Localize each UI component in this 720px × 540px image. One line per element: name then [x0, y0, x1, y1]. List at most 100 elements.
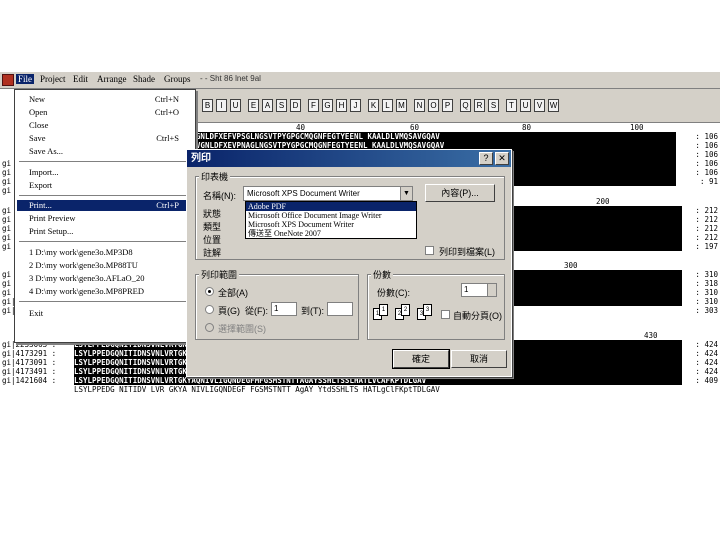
sequence-residues: LSYLPPEDGQNITIDNSVNLVRTGKYAQNIVLIGQNDEGF… — [74, 376, 427, 385]
file-menu-save[interactable]: Save Ctrl+S — [17, 133, 193, 144]
printer-option[interactable]: Adobe PDF — [246, 202, 416, 211]
menu-project[interactable]: Project — [40, 74, 66, 84]
range-all-radio[interactable] — [205, 287, 214, 296]
menu-item-label: Save As... — [29, 146, 63, 156]
toolbar-button[interactable]: V — [534, 99, 545, 112]
collate-checkbox[interactable] — [441, 310, 450, 319]
toolbar-button[interactable]: M — [396, 99, 407, 112]
close-button[interactable]: ✕ — [495, 152, 509, 165]
file-menu-print-preview[interactable]: Print Preview — [17, 213, 193, 224]
toolbar-button[interactable]: T — [506, 99, 517, 112]
sequence-position: : 106 — [695, 168, 718, 177]
help-button[interactable]: ? — [479, 152, 493, 165]
app-icon — [2, 74, 14, 86]
collate-page-icon: 2 — [401, 304, 410, 316]
print-to-file-label: 列印到檔案(L) — [439, 247, 495, 257]
toolbar-button[interactable]: K — [368, 99, 379, 112]
copies-group-label: 份數 — [371, 268, 394, 281]
sequence-position: : 310 — [695, 297, 718, 306]
file-menu-print-setup[interactable]: Print Setup... — [17, 226, 193, 237]
printer-option[interactable]: 傳送至 OneNote 2007 — [246, 229, 416, 238]
sequence-id: gi|4173291 : — [2, 349, 57, 358]
toolbar-button[interactable]: S — [276, 99, 287, 112]
file-menu-close[interactable]: Close — [17, 120, 193, 131]
toolbar-button[interactable]: H — [336, 99, 347, 112]
sequence-position: : 303 — [695, 306, 718, 315]
toolbar-button[interactable]: R — [474, 99, 485, 112]
menu-item-shortcut: Ctrl+N — [154, 94, 179, 104]
toolbar-button[interactable]: S — [488, 99, 499, 112]
menu-item-label: Export — [29, 180, 53, 190]
toolbar-button[interactable]: E — [248, 99, 259, 112]
file-menu-recent-2[interactable]: 2 D:\my work\gene3o.MP88TU — [17, 260, 193, 271]
toolbar-button[interactable]: U — [230, 99, 241, 112]
print-to-file-checkbox[interactable] — [425, 246, 434, 255]
file-menu-recent-4[interactable]: 4 D:\my work\gene3o.MP8PRED — [17, 286, 193, 297]
sequence-position: : 310 — [695, 288, 718, 297]
toolbar-button[interactable]: O — [428, 99, 439, 112]
printer-option[interactable]: Microsoft XPS Document Writer — [246, 220, 416, 229]
comment-label: 註解 — [203, 248, 222, 258]
toolbar-button[interactable]: P — [442, 99, 453, 112]
printer-option[interactable]: Microsoft Office Document Image Writer — [246, 211, 416, 220]
toolbar-button[interactable]: J — [350, 99, 361, 112]
menu-arrange[interactable]: Arrange — [97, 74, 126, 84]
toolbar-button[interactable]: W — [548, 99, 559, 112]
toolbar-button[interactable]: G — [322, 99, 333, 112]
range-all-label: 全部(A) — [218, 288, 248, 298]
sequence-position: : 106 — [695, 159, 718, 168]
menu-item-label: 4 D:\my work\gene3o.MP8PRED — [29, 286, 144, 296]
range-from-input[interactable]: 1 — [271, 302, 297, 316]
copies-input[interactable]: 1 — [461, 283, 497, 297]
toolbar-button[interactable]: A — [262, 99, 273, 112]
sequence-position: : 424 — [695, 367, 718, 376]
toolbar-button[interactable]: I — [216, 99, 227, 112]
type-label: 類型 — [203, 222, 222, 232]
print-range-label: 列印範圍 — [199, 268, 240, 281]
menu-item-label: Open — [29, 107, 48, 117]
range-pages-label: 頁(G) — [218, 306, 240, 316]
toolbar-button[interactable]: N — [414, 99, 425, 112]
range-to-input[interactable] — [327, 302, 353, 316]
sequence-position: : 424 — [695, 349, 718, 358]
menu-edit[interactable]: Edit — [73, 74, 88, 84]
sequence-position: : 197 — [695, 242, 718, 251]
menu-separator — [19, 301, 191, 303]
status-label: 狀態 — [203, 209, 222, 219]
menu-file[interactable]: File — [16, 74, 35, 84]
sequence-position: : 106 — [695, 132, 718, 141]
ok-button[interactable]: 確定 — [392, 349, 450, 369]
file-menu-save-as[interactable]: Save As... — [17, 146, 193, 157]
menu-item-label: Save — [29, 133, 46, 143]
copies-value: 1 — [464, 285, 469, 294]
file-menu-recent-3[interactable]: 3 D:\my work\gene3o.AFLaO_20 — [17, 273, 193, 284]
printer-name-select[interactable]: Microsoft XPS Document Writer ▼ — [243, 186, 413, 201]
ruler-tick-label: 300 — [564, 261, 578, 270]
toolbar-button[interactable]: B — [202, 99, 213, 112]
sequence-id: gi|4173091 : — [2, 358, 57, 367]
toolbar-button[interactable]: Q — [460, 99, 471, 112]
file-menu-new[interactable]: New Ctrl+N — [17, 94, 193, 105]
toolbar-button[interactable]: U — [520, 99, 531, 112]
file-menu-open[interactable]: Open Ctrl+O — [17, 107, 193, 118]
toolbar-button[interactable]: L — [382, 99, 393, 112]
file-menu-exit[interactable]: Exit — [17, 308, 193, 319]
range-pages-radio[interactable] — [205, 305, 214, 314]
cancel-button[interactable]: 取消 — [451, 350, 507, 368]
menu-item-label: 1 D:\my work\gene3o.MP3D8 — [29, 247, 133, 257]
spinner-icon[interactable] — [487, 284, 496, 296]
menu-item-shortcut: Ctrl+O — [154, 107, 179, 117]
menu-bar: File Project Edit Arrange Shade Groups -… — [0, 72, 720, 89]
file-menu-recent-1[interactable]: 1 D:\my work\gene3o.MP3D8 — [17, 247, 193, 258]
chevron-down-icon[interactable]: ▼ — [400, 187, 412, 200]
printer-options-list: Adobe PDF Microsoft Office Document Imag… — [245, 201, 417, 239]
toolbar-button[interactable]: D — [290, 99, 301, 112]
range-selection-radio[interactable] — [205, 323, 214, 332]
toolbar-button[interactable]: F — [308, 99, 319, 112]
file-menu-print[interactable]: Print... Ctrl+P — [17, 200, 193, 211]
properties-button[interactable]: 內容(P)... — [425, 184, 495, 202]
file-menu-import[interactable]: Import... — [17, 167, 193, 178]
menu-groups[interactable]: Groups — [164, 74, 191, 84]
menu-shade[interactable]: Shade — [133, 74, 155, 84]
file-menu-export[interactable]: Export — [17, 180, 193, 191]
